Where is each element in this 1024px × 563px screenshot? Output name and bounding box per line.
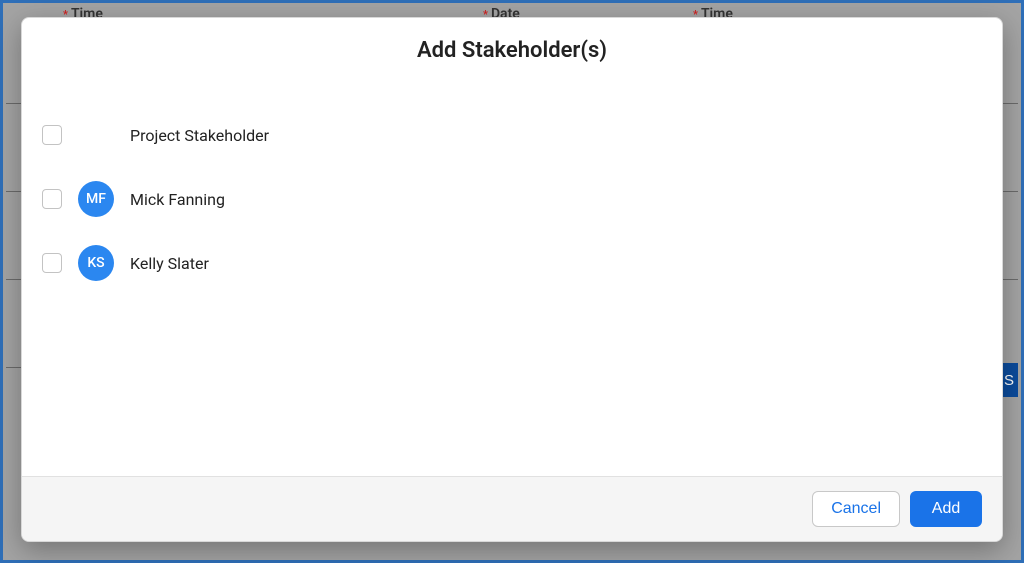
avatar: MF	[78, 181, 114, 217]
stakeholder-item-project[interactable]: Project Stakeholder	[42, 103, 982, 167]
modal-title: Add Stakeholder(s)	[22, 38, 1002, 63]
app-window: * Time * Date * Time S Add Stakeholder(s…	[0, 0, 1024, 563]
stakeholder-name: Project Stakeholder	[130, 126, 269, 145]
stakeholder-name: Kelly Slater	[130, 254, 209, 273]
add-stakeholder-modal: Add Stakeholder(s) Project Stakeholder M…	[21, 17, 1003, 542]
cancel-button[interactable]: Cancel	[812, 491, 900, 527]
avatar-slot: KS	[78, 245, 114, 281]
stakeholder-checkbox[interactable]	[42, 125, 62, 145]
avatar-slot: MF	[78, 181, 114, 217]
modal-footer: Cancel Add	[22, 476, 1002, 541]
add-button[interactable]: Add	[910, 491, 982, 527]
avatar: KS	[78, 245, 114, 281]
stakeholder-checkbox[interactable]	[42, 253, 62, 273]
stakeholder-name: Mick Fanning	[130, 190, 225, 209]
avatar-slot-empty	[78, 117, 114, 153]
modal-header: Add Stakeholder(s)	[22, 18, 1002, 73]
stakeholder-item-kelly-slater[interactable]: KS Kelly Slater	[42, 231, 982, 295]
modal-body: Project Stakeholder MF Mick Fanning KS K…	[22, 73, 1002, 476]
stakeholder-checkbox[interactable]	[42, 189, 62, 209]
stakeholder-item-mick-fanning[interactable]: MF Mick Fanning	[42, 167, 982, 231]
